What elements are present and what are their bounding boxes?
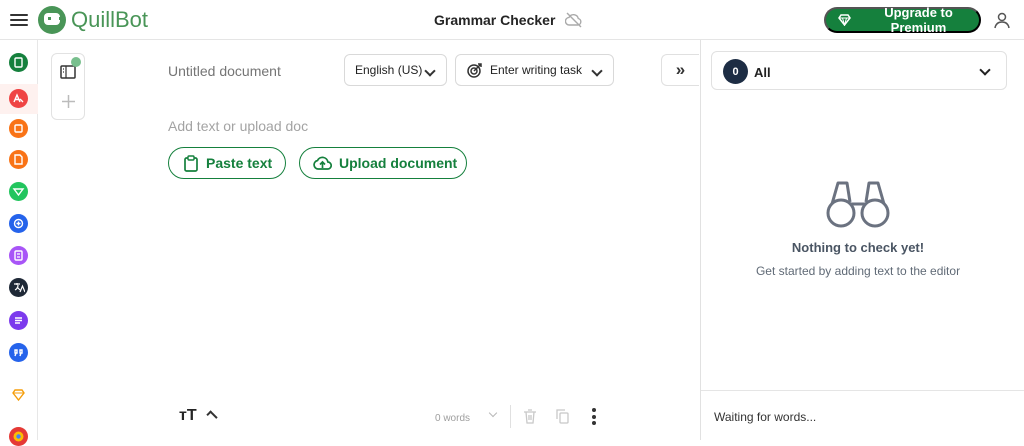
target-icon bbox=[467, 63, 482, 78]
issue-count-badge: 0 bbox=[723, 59, 748, 84]
page-title: Grammar Checker bbox=[434, 12, 556, 28]
chevron-down-icon bbox=[424, 65, 436, 77]
quillbot-logo-icon bbox=[38, 6, 66, 34]
ai-detector-icon[interactable] bbox=[9, 119, 28, 138]
font-size-icon[interactable]: ᴛT bbox=[179, 407, 197, 425]
issues-filter-label: All bbox=[754, 65, 771, 80]
upgrade-button[interactable]: Upgrade to Premium bbox=[824, 5, 981, 35]
flow-icon[interactable] bbox=[9, 311, 28, 330]
top-bar: QuillBot Grammar Checker Upgrade to Prem… bbox=[0, 0, 1024, 40]
waiting-status: Waiting for words... bbox=[714, 410, 817, 424]
footer-divider bbox=[510, 405, 511, 428]
writing-task-placeholder: Enter writing task bbox=[490, 63, 583, 77]
document-sidebar bbox=[51, 53, 85, 120]
chevron-down-icon bbox=[591, 65, 603, 77]
diamond-icon bbox=[838, 14, 851, 26]
document-title-input[interactable] bbox=[168, 62, 328, 80]
paraphraser-icon[interactable] bbox=[9, 89, 28, 108]
collapse-sidebar-button[interactable]: » bbox=[661, 54, 699, 86]
editor-placeholder[interactable]: Add text or upload doc bbox=[168, 118, 308, 134]
plagiarism-checker-icon[interactable] bbox=[9, 150, 28, 169]
trash-icon[interactable] bbox=[523, 409, 537, 424]
cloud-off-icon bbox=[565, 12, 582, 28]
documents-icon[interactable] bbox=[60, 65, 76, 79]
empty-state-subtitle: Get started by adding text to the editor bbox=[755, 264, 961, 278]
copy-icon[interactable] bbox=[555, 408, 570, 424]
word-count[interactable]: 0 words bbox=[435, 413, 470, 424]
cloud-upload-icon bbox=[313, 156, 332, 170]
brand-name: QuillBot bbox=[71, 7, 149, 32]
ai-chat-icon[interactable] bbox=[9, 214, 28, 233]
language-value: English (US) bbox=[355, 63, 423, 77]
issues-footer: Waiting for words... bbox=[701, 390, 1024, 440]
tools-sidebar bbox=[0, 40, 38, 446]
translator-icon[interactable] bbox=[9, 278, 28, 297]
summarizer-icon[interactable] bbox=[9, 246, 28, 265]
paste-text-button[interactable]: Paste text bbox=[168, 147, 286, 179]
notification-dot bbox=[71, 57, 81, 67]
upload-document-label: Upload document bbox=[339, 155, 458, 171]
upgrade-label: Upgrade to Premium bbox=[884, 5, 953, 35]
humanizer-icon[interactable] bbox=[9, 182, 28, 201]
chrome-icon[interactable] bbox=[9, 427, 28, 446]
chevron-down-icon bbox=[979, 64, 991, 76]
citation-icon[interactable] bbox=[9, 343, 28, 362]
menu-icon[interactable] bbox=[10, 11, 28, 27]
more-options-icon[interactable] bbox=[592, 408, 596, 425]
writing-task-select[interactable]: Enter writing task bbox=[455, 54, 614, 86]
language-select[interactable]: English (US) bbox=[344, 54, 447, 86]
grammar-checker-icon[interactable] bbox=[9, 53, 28, 72]
upload-document-button[interactable]: Upload document bbox=[299, 147, 467, 179]
add-document-icon[interactable] bbox=[61, 94, 76, 109]
account-icon[interactable] bbox=[992, 10, 1012, 30]
empty-state-title: Nothing to check yet! bbox=[791, 240, 925, 255]
issues-filter-dropdown[interactable]: 0 All bbox=[711, 51, 1007, 90]
editor-footer bbox=[40, 398, 700, 438]
premium-icon[interactable] bbox=[9, 386, 28, 405]
double-chevron-right-icon: » bbox=[675, 60, 686, 79]
quillbot-logo[interactable]: QuillBot bbox=[38, 5, 148, 35]
binoculars-icon bbox=[826, 181, 890, 228]
paste-text-label: Paste text bbox=[206, 155, 273, 171]
clipboard-icon bbox=[184, 154, 198, 172]
